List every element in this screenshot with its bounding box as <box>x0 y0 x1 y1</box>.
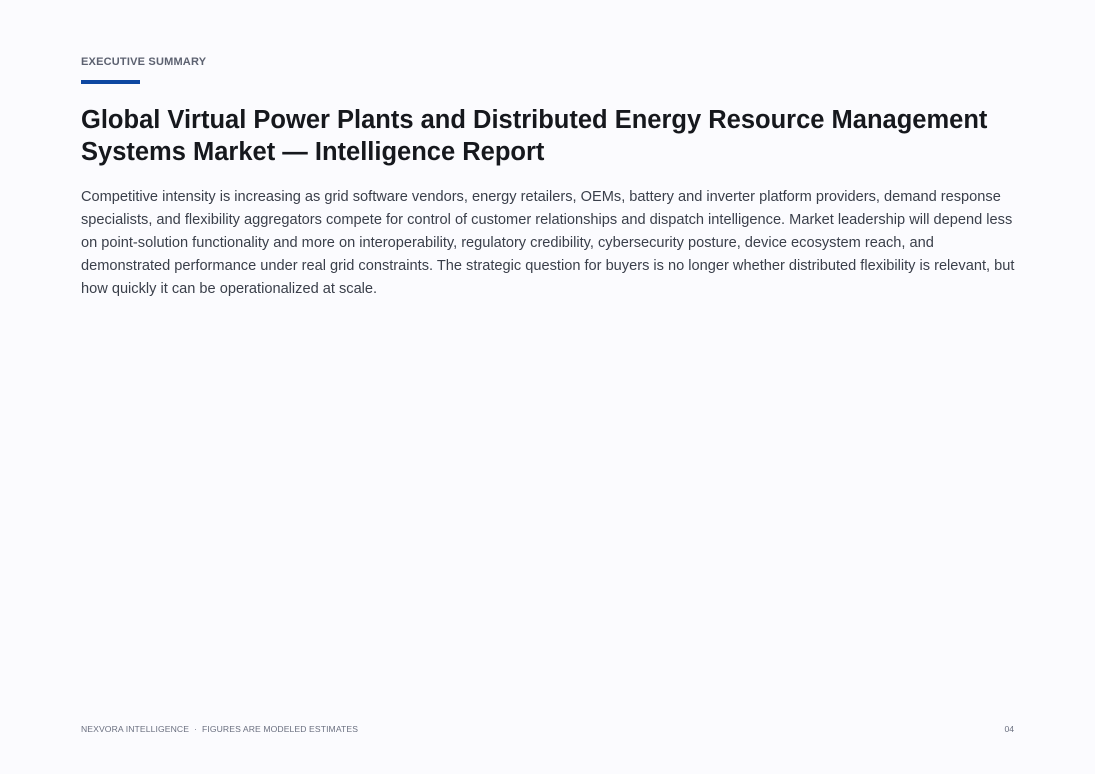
report-page: EXECUTIVE SUMMARY Global Virtual Power P… <box>81 0 1015 774</box>
page-number: 04 <box>1004 724 1014 734</box>
footer-credits: NEXVORA INTELLIGENCE · FIGURES ARE MODELED… <box>81 724 358 734</box>
footer-note: FIGURES ARE MODELED ESTIMATES <box>202 724 359 734</box>
accent-bar <box>81 80 140 84</box>
footer-separator: · <box>194 724 197 734</box>
summary-paragraph: Competitive intensity is increasing as g… <box>81 189 1015 297</box>
page-title: Global Virtual Power Plants and Distribu… <box>81 106 988 166</box>
section-eyebrow: EXECUTIVE SUMMARY <box>81 56 207 68</box>
footer-brand: NEXVORA INTELLIGENCE <box>81 724 190 734</box>
